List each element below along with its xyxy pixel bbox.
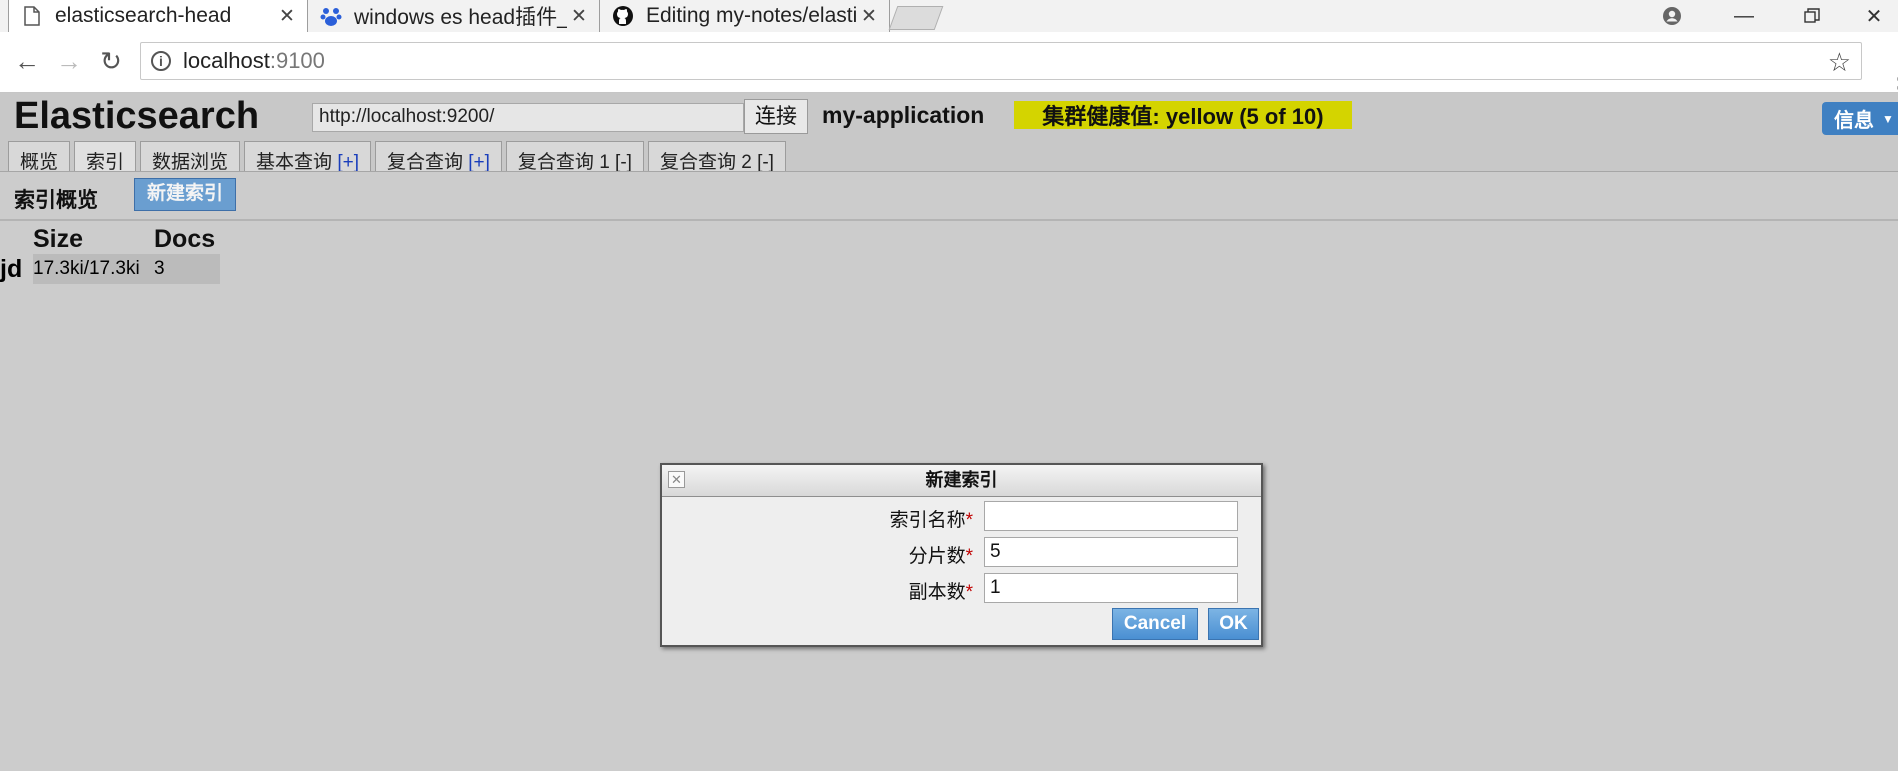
back-icon[interactable]: ←	[12, 46, 42, 76]
table-header-blank	[0, 224, 33, 254]
window-close-icon[interactable]: ✕	[1850, 0, 1898, 32]
site-info-icon[interactable]: i	[151, 51, 171, 71]
index-size: 17.3ki/17.3ki	[33, 254, 154, 284]
url-host: localhost	[183, 48, 270, 73]
url-port: :9100	[269, 48, 325, 73]
table-header-size: Size	[33, 224, 154, 254]
tab-compound-query-1[interactable]: 复合查询 1 [-]	[505, 141, 644, 173]
index-table: Size Docs jd 17.3ki/17.3ki 3	[0, 224, 220, 284]
index-toolbar: 索引概览 新建索引	[0, 171, 1898, 221]
browser-tab-github[interactable]: Editing my-notes/elastic ✕	[600, 0, 890, 32]
forward-icon[interactable]: →	[54, 46, 84, 76]
required-marker: *	[965, 546, 973, 567]
field-label: 副本数*	[909, 577, 973, 604]
app-header: Elasticsearch http://localhost:9200/ 连接 …	[0, 93, 1898, 173]
tab-compound-query[interactable]: 复合查询 [+]	[374, 141, 502, 173]
browser-tab-elasticsearch-head[interactable]: elasticsearch-head ✕	[8, 0, 308, 32]
browser-tab-title: elasticsearch-head	[55, 4, 232, 27]
tab-label: 基本查询	[256, 152, 338, 173]
form-row-replicas: 副本数*	[662, 573, 1261, 603]
bookmark-star-icon[interactable]: ☆	[1828, 47, 1851, 78]
profile-icon[interactable]	[1648, 0, 1696, 32]
tab-indices[interactable]: 索引	[74, 141, 137, 173]
required-marker: *	[965, 510, 973, 531]
field-label-text: 分片数	[908, 546, 966, 567]
info-label: 信息	[1834, 110, 1874, 132]
field-label-text: 索引名称	[889, 510, 966, 531]
required-marker: *	[965, 582, 973, 603]
field-label: 分片数*	[909, 541, 973, 568]
browser-tab-title: windows es head插件_百度	[354, 6, 567, 29]
index-docs: 3	[154, 254, 220, 284]
close-icon[interactable]: ✕	[567, 5, 591, 28]
tab-label: 数据浏览	[152, 152, 229, 173]
tab-remove-action[interactable]: [-]	[757, 152, 774, 173]
field-label-text: 副本数	[908, 582, 966, 603]
url-input[interactable]: i localhost:9100 ☆	[140, 42, 1862, 80]
tab-label: 复合查询 1	[517, 152, 616, 173]
ok-button[interactable]: OK	[1208, 608, 1259, 640]
cluster-health-badge: 集群健康值: yellow (5 of 10)	[1014, 101, 1352, 129]
tab-add-action[interactable]: [+]	[337, 152, 359, 173]
reload-icon[interactable]: ↻	[96, 46, 126, 76]
shards-input[interactable]	[984, 537, 1238, 567]
tab-basic-query[interactable]: 基本查询 [+]	[244, 141, 371, 173]
table-row[interactable]: jd 17.3ki/17.3ki 3	[0, 254, 220, 284]
app-title: Elasticsearch	[14, 95, 260, 137]
page-title: 索引概览	[14, 189, 98, 212]
browser-tab-title: Editing my-notes/elastic	[646, 4, 857, 27]
cancel-button[interactable]: Cancel	[1112, 608, 1198, 640]
column-label: Size	[33, 224, 84, 253]
dialog-title: 新建索引	[925, 470, 998, 490]
close-icon[interactable]: ✕	[275, 5, 299, 28]
index-name[interactable]: jd	[0, 254, 33, 284]
info-dropdown-button[interactable]: 信息 ▼	[1822, 102, 1898, 135]
tab-label: 复合查询 2	[659, 152, 758, 173]
address-bar: ← → ↻ i localhost:9100 ☆ ⋮	[0, 32, 1898, 102]
close-icon[interactable]: ✕	[668, 471, 685, 488]
field-label: 索引名称*	[890, 505, 973, 532]
github-icon	[612, 5, 634, 27]
tab-label: 索引	[86, 152, 125, 173]
restore-icon[interactable]	[1788, 0, 1836, 32]
tab-browser[interactable]: 数据浏览	[140, 141, 241, 173]
connect-button[interactable]: 连接	[744, 99, 808, 134]
caret-down-icon: ▼	[1882, 111, 1894, 126]
cluster-url-input[interactable]: http://localhost:9200/	[312, 103, 744, 132]
table-header-docs: Docs	[154, 224, 216, 253]
index-name-input[interactable]	[984, 501, 1238, 531]
dialog-titlebar[interactable]: ✕ 新建索引	[662, 465, 1261, 497]
form-row-shards: 分片数*	[662, 537, 1261, 567]
tab-overview[interactable]: 概览	[8, 141, 71, 173]
browser-tab-baidu[interactable]: windows es head插件_百度 ✕	[308, 0, 600, 32]
tab-label: 概览	[20, 152, 59, 173]
tab-compound-query-2[interactable]: 复合查询 2 [-]	[647, 141, 786, 173]
close-icon[interactable]: ✕	[857, 5, 881, 28]
document-icon	[21, 5, 43, 27]
new-index-dialog: ✕ 新建索引 索引名称* 分片数* 副本数* Cancel OK	[660, 463, 1263, 647]
cluster-name: my-application	[822, 102, 985, 128]
browser-tabstrip: elasticsearch-head ✕ windows es head插件_百…	[0, 0, 1898, 32]
form-row-index-name: 索引名称*	[662, 501, 1261, 531]
new-index-button[interactable]: 新建索引	[134, 178, 236, 211]
tab-label: 复合查询	[386, 152, 469, 173]
app-tabs: 概览 索引 数据浏览 基本查询 [+] 复合查询 [+] 复合查询 1 [-] …	[8, 141, 790, 173]
table-header-row: Size Docs	[0, 224, 220, 254]
baidu-paw-icon	[320, 5, 342, 27]
minimize-icon[interactable]: —	[1720, 0, 1768, 32]
tab-remove-action[interactable]: [-]	[615, 152, 632, 173]
replicas-input[interactable]	[984, 573, 1238, 603]
new-tab-button[interactable]	[888, 6, 944, 30]
tab-add-action[interactable]: [+]	[468, 152, 490, 173]
